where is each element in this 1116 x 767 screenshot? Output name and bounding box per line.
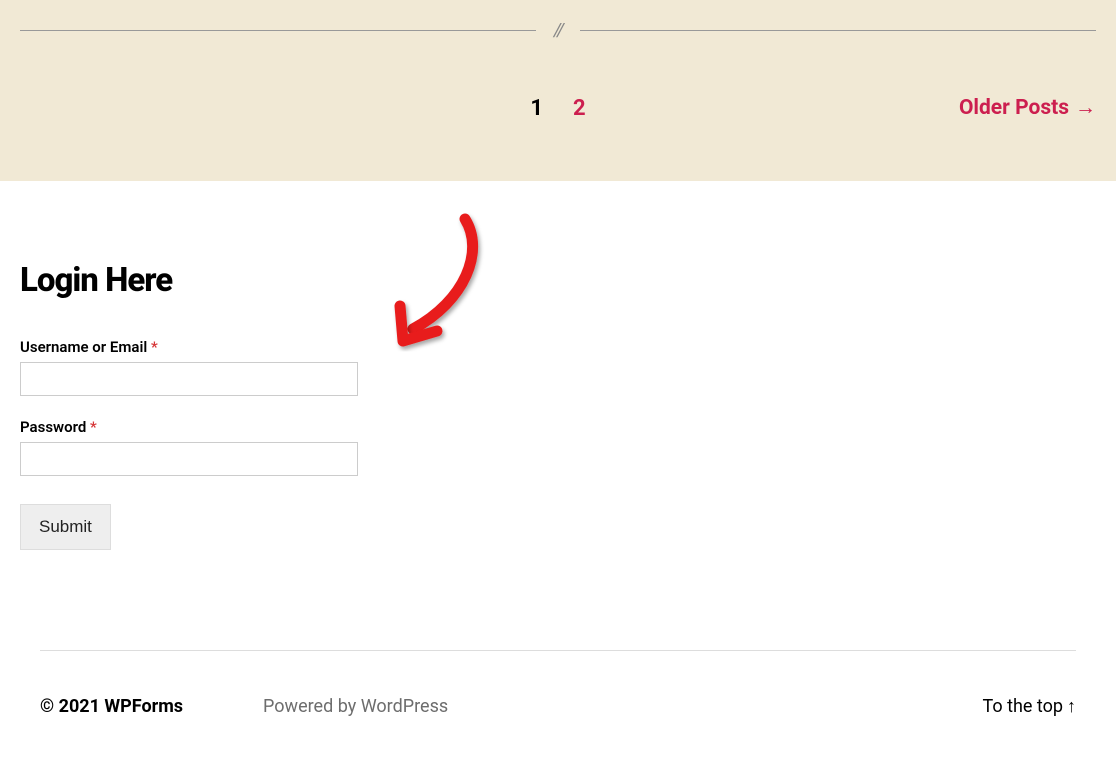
page-link-2[interactable]: 2 — [573, 96, 586, 121]
copyright-text: © 2021 WPForms — [40, 696, 183, 717]
password-label: Password * — [20, 418, 1096, 436]
password-input[interactable] — [20, 442, 358, 476]
username-label: Username or Email * — [20, 338, 1096, 356]
footer-section: © 2021 WPForms Powered by WordPress To t… — [40, 650, 1076, 727]
required-mark: * — [90, 418, 97, 436]
footer-left: © 2021 WPForms Powered by WordPress — [40, 696, 448, 717]
required-mark: * — [151, 338, 158, 356]
page-current: 1 — [530, 96, 543, 121]
content-section: Login Here Username or Email * Password … — [0, 181, 1116, 767]
divider-slashes-icon: // — [554, 20, 562, 41]
older-posts-link[interactable]: Older Posts → — [959, 96, 1096, 120]
older-posts-label: Older Posts — [959, 96, 1069, 120]
powered-by-link[interactable]: Powered by WordPress — [263, 696, 448, 717]
to-top-link[interactable]: To the top ↑ — [983, 696, 1077, 717]
divider-line-left — [20, 30, 536, 31]
username-group: Username or Email * — [20, 338, 1096, 396]
username-label-text: Username or Email — [20, 338, 147, 356]
top-section: // 1 2 Older Posts → — [0, 0, 1116, 181]
username-input[interactable] — [20, 362, 358, 396]
divider-line-right — [580, 30, 1096, 31]
pagination: 1 2 Older Posts → — [20, 96, 1096, 121]
password-group: Password * — [20, 418, 1096, 476]
submit-button[interactable]: Submit — [20, 504, 111, 550]
login-heading: Login Here — [20, 261, 1096, 300]
divider-row: // — [20, 20, 1096, 96]
to-top-label: To the top — [983, 696, 1064, 717]
arrow-up-icon: ↑ — [1067, 696, 1076, 717]
password-label-text: Password — [20, 418, 86, 436]
arrow-right-icon: → — [1075, 96, 1096, 120]
